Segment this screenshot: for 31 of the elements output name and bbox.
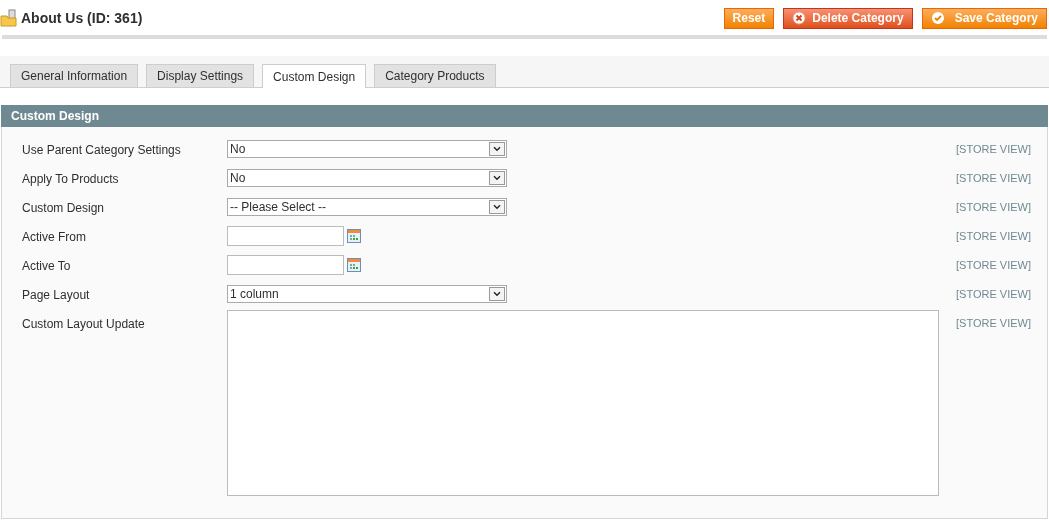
- select-field[interactable]: -- Please Select --: [227, 198, 507, 216]
- field-label: Apply To Products: [22, 171, 120, 186]
- scope-label: [STORE VIEW]: [956, 316, 1031, 329]
- date-field[interactable]: [227, 255, 344, 275]
- field-label: Active From: [22, 229, 87, 244]
- scope-label: [STORE VIEW]: [956, 200, 1031, 213]
- scope-label: [STORE VIEW]: [956, 258, 1031, 271]
- calendar-icon[interactable]: [347, 229, 361, 243]
- field-label: Active To: [22, 258, 72, 273]
- page-title: About Us (ID: 361): [21, 10, 143, 26]
- check-icon: [930, 11, 945, 25]
- tab[interactable]: Category Products: [374, 64, 496, 87]
- select-field[interactable]: No: [227, 169, 507, 187]
- tab[interactable]: General Information: [10, 64, 139, 87]
- date-field[interactable]: [227, 226, 344, 246]
- scope-label: [STORE VIEW]: [956, 287, 1031, 300]
- field-label: Custom Design: [22, 200, 106, 215]
- field-label: Page Layout: [22, 287, 91, 302]
- select-field[interactable]: 1 column: [227, 285, 507, 303]
- section-header: Custom Design: [1, 105, 1048, 127]
- tab[interactable]: Custom Design: [262, 64, 367, 88]
- folder-icon: [0, 9, 18, 27]
- scope-label: [STORE VIEW]: [956, 229, 1031, 242]
- scope-label: [STORE VIEW]: [956, 171, 1031, 184]
- close-icon: [792, 11, 807, 25]
- select-field[interactable]: No: [227, 140, 507, 158]
- field-label: Use Parent Category Settings: [22, 142, 182, 157]
- scope-label: [STORE VIEW]: [956, 142, 1031, 155]
- tab[interactable]: Display Settings: [146, 64, 255, 87]
- field-label: Custom Layout Update: [22, 316, 146, 331]
- calendar-icon[interactable]: [347, 258, 361, 272]
